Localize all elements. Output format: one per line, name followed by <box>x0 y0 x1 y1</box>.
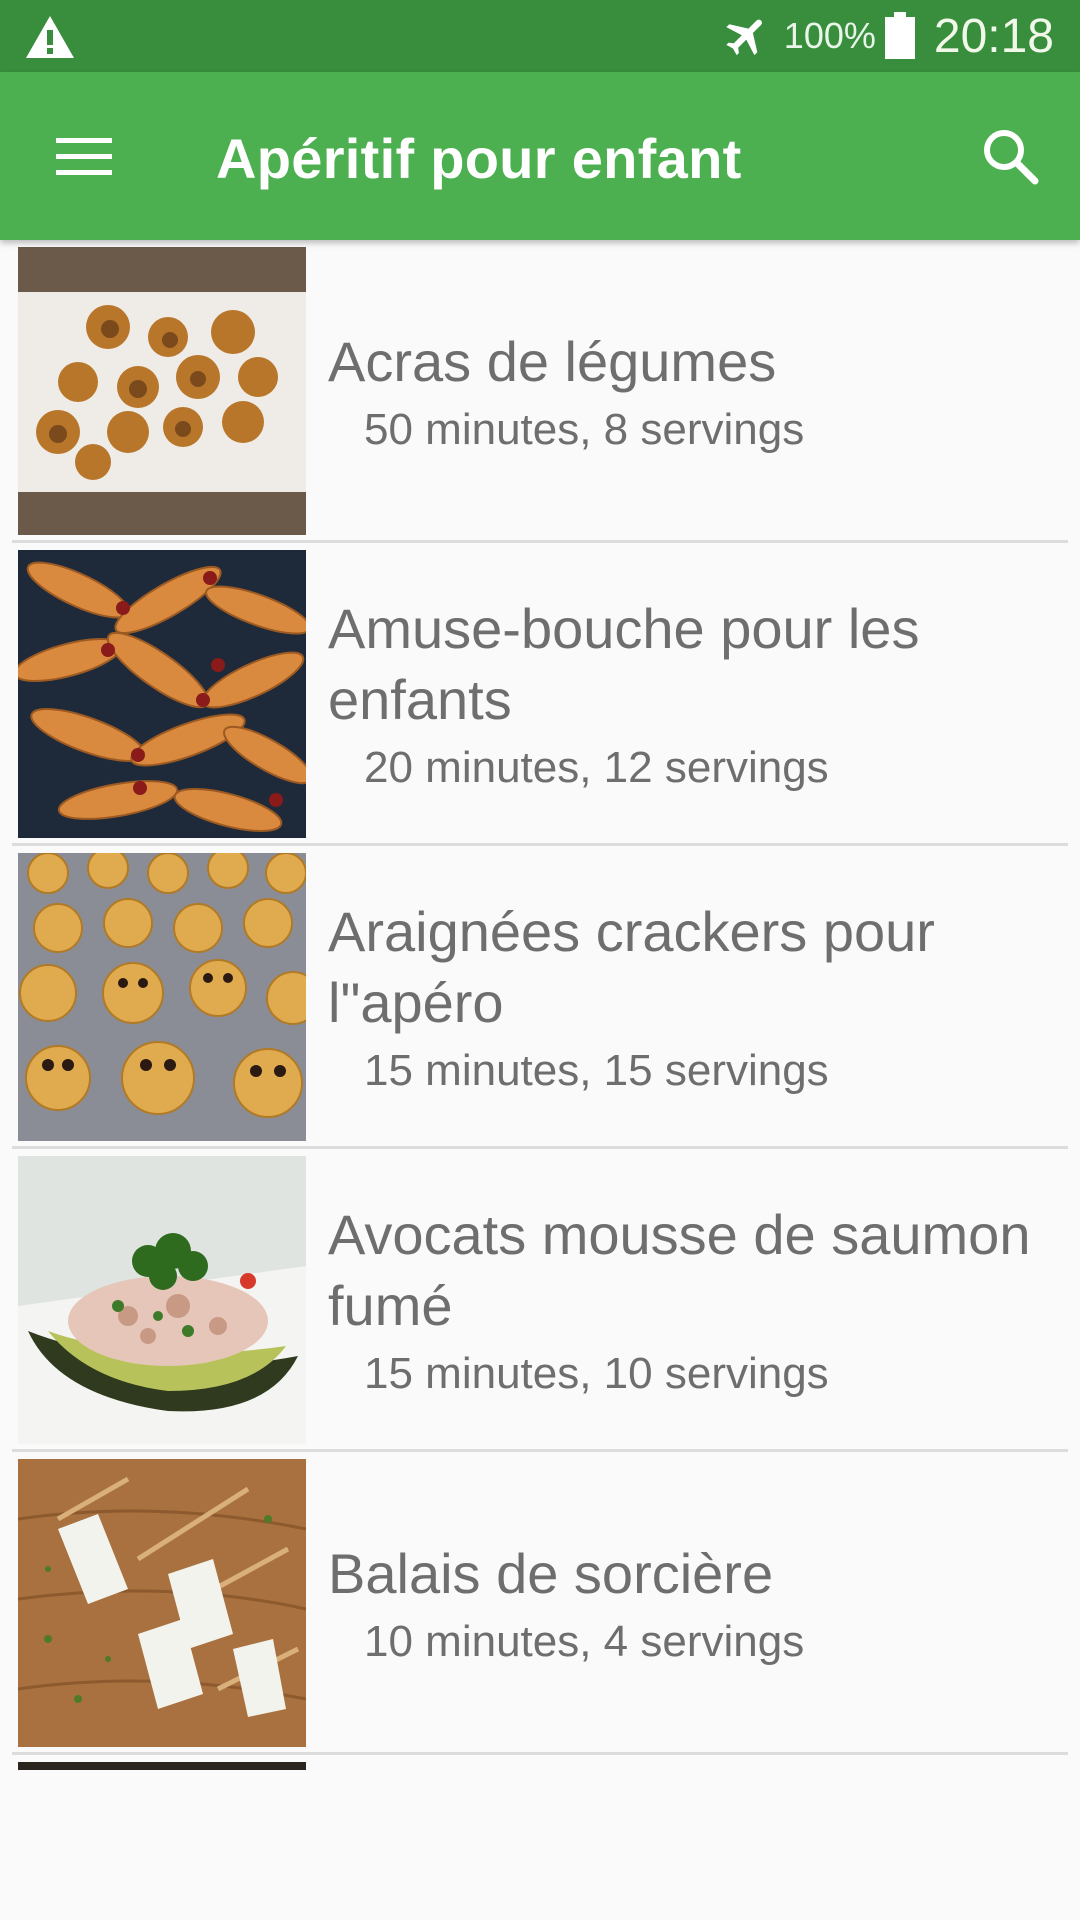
recipe-thumbnail <box>18 853 306 1141</box>
recipe-meta: 20 minutes, 12 servings <box>364 743 829 792</box>
search-button[interactable] <box>970 116 1050 196</box>
recipe-title: Araignées crackers pour l"apéro <box>328 900 935 1034</box>
recipe-meta: 50 minutes, 8 servings <box>364 404 805 454</box>
recipe-text: Araignées crackers pour l"apéro 15 minut… <box>328 846 1068 1146</box>
search-icon <box>984 130 1039 185</box>
menu-button[interactable] <box>36 116 132 196</box>
recipe-text: Amuse-bouche pour les enfants 20 minutes… <box>328 543 1068 843</box>
recipe-title: Acras de légumes <box>328 329 777 393</box>
recipe-thumbnail-partial <box>18 1762 306 1770</box>
recipe-list-item[interactable]: Amuse-bouche pour les enfants 20 minutes… <box>12 543 1068 846</box>
battery-percent: 100% <box>783 15 876 56</box>
hamburger-menu-icon <box>56 138 112 175</box>
warning-icon <box>26 16 74 58</box>
recipe-list-item[interactable]: Araignées crackers pour l"apéro 15 minut… <box>12 846 1068 1149</box>
recipe-meta: 15 minutes, 10 servings <box>364 1349 829 1398</box>
status-bar: 100% 20:18 <box>0 0 1080 72</box>
recipe-title: Balais de sorcière <box>328 1541 774 1605</box>
battery-icon <box>884 12 915 59</box>
recipe-meta: 10 minutes, 4 servings <box>364 1616 805 1666</box>
recipe-thumbnail <box>18 1459 306 1747</box>
recipe-text: Balais de sorcière 10 minutes, 4 serving… <box>328 1452 1068 1752</box>
recipe-list-item[interactable]: Balais de sorcière 10 minutes, 4 serving… <box>12 1452 1068 1755</box>
recipe-thumbnail <box>18 247 306 535</box>
recipe-title: Amuse-bouche pour les enfants <box>328 597 920 731</box>
recipe-thumbnail <box>18 1156 306 1444</box>
status-time: 20:18 <box>933 9 1054 63</box>
recipe-title: Avocats mousse de saumon fumé <box>328 1203 1031 1337</box>
airplane-mode-icon <box>726 19 762 56</box>
recipe-list-item[interactable]: Acras de légumes 50 minutes, 8 servings <box>12 240 1068 543</box>
page-title: Apéritif pour enfant <box>216 127 742 190</box>
recipe-meta: 15 minutes, 15 servings <box>364 1046 829 1095</box>
status-indicators: 100% 20:18 <box>722 0 1054 72</box>
recipe-text: Acras de légumes 50 minutes, 8 servings <box>328 240 1068 540</box>
recipe-list: Acras de légumes 50 minutes, 8 servings <box>0 240 1080 1755</box>
recipe-list-item[interactable]: Avocats mousse de saumon fumé 15 minutes… <box>12 1149 1068 1452</box>
recipe-text: Avocats mousse de saumon fumé 15 minutes… <box>328 1149 1068 1449</box>
app-bar: Apéritif pour enfant <box>0 72 1080 240</box>
recipe-thumbnail <box>18 550 306 838</box>
